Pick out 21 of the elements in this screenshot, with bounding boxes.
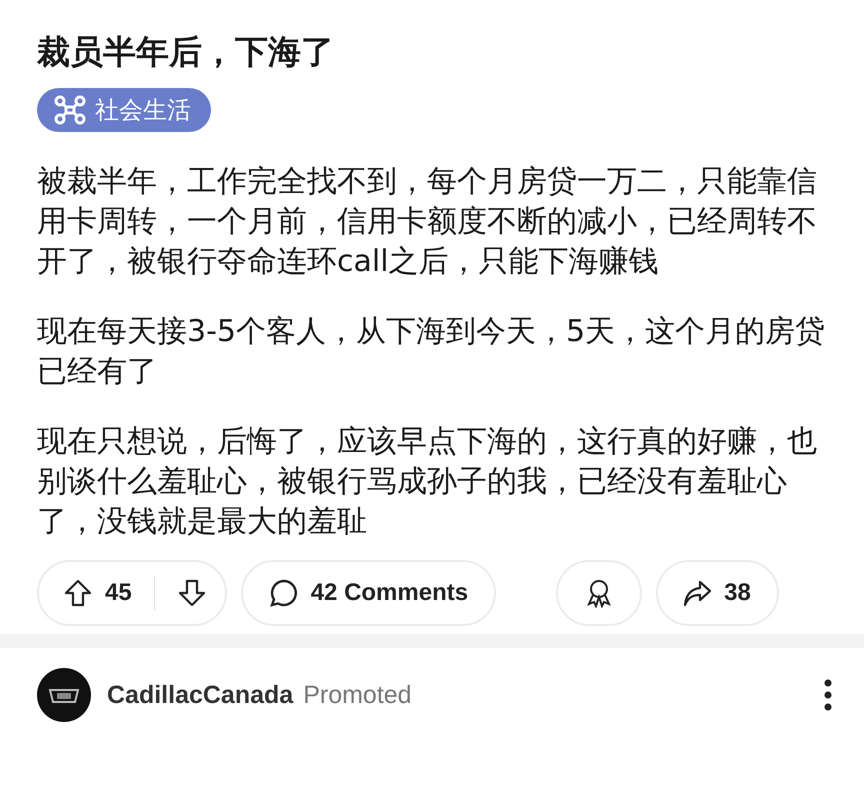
brand-avatar[interactable]	[37, 668, 91, 722]
vote-count: 45	[105, 579, 132, 607]
share-arrow-icon	[682, 578, 712, 608]
post-paragraph: 被裁半年，工作完全找不到，每个月房贷一万二，只能靠信用卡周转，一个月前，信用卡额度不断的减小，已经周转不开了，被银行夺命连环call之后，只能下海赚钱	[37, 163, 818, 281]
flair-tag[interactable]: 社会生活	[37, 88, 211, 132]
speech-bubble-icon	[268, 578, 299, 608]
post-title: 裁员半年后，下海了	[37, 31, 335, 73]
up-arrow-icon	[63, 578, 93, 608]
promoted-label: Promoted	[303, 680, 412, 710]
down-arrow-icon	[176, 578, 207, 608]
upvote-button[interactable]	[63, 578, 93, 608]
post-paragraph: 现在只想说，后悔了，应该早点下海的，这行真的好赚，也别谈什么羞耻心，被银行骂成孙子的我，已经没有羞耻心了，没钱就是最大的羞耻	[37, 423, 818, 541]
share-button[interactable]: 38	[656, 560, 779, 626]
post-paragraph: 现在每天接3-5个客人，从下海到今天，5天，这个月的房贷已经有了	[37, 313, 826, 391]
downvote-button[interactable]	[176, 578, 207, 608]
advertiser-name[interactable]: CadillacCanada	[107, 680, 294, 710]
more-options-button[interactable]	[822, 678, 834, 712]
more-icon	[822, 678, 834, 712]
flair-label: 社会生活	[95, 95, 191, 126]
network-icon	[53, 94, 87, 126]
comments-button[interactable]: 42 Comments	[240, 560, 496, 626]
